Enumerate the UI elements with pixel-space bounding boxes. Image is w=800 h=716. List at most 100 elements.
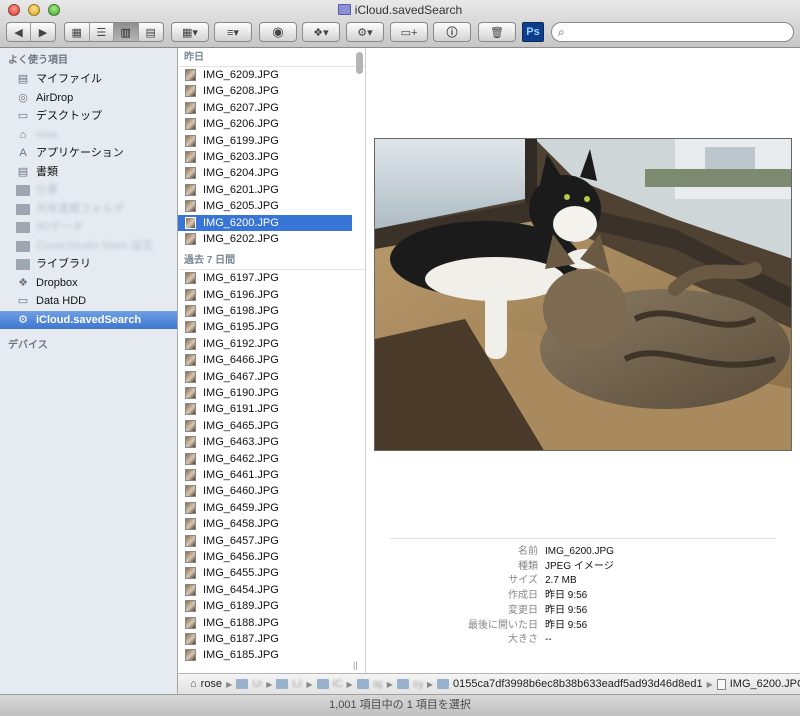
- file-row[interactable]: IMG_6189.JPG: [178, 598, 352, 614]
- sidebar-item-label: デスクトップ: [36, 110, 102, 122]
- file-row[interactable]: IMG_6467.JPG: [178, 369, 352, 385]
- file-row[interactable]: IMG_6458.JPG: [178, 516, 352, 532]
- sidebar-item[interactable]: ▭ デスクトップ: [0, 107, 177, 126]
- file-row[interactable]: IMG_6187.JPG: [178, 631, 352, 647]
- info-row: 名前 IMG_6200.JPG: [366, 544, 800, 559]
- file-row[interactable]: IMG_6199.JPG: [178, 133, 352, 149]
- file-row[interactable]: IMG_6196.JPG: [178, 287, 352, 303]
- file-list-column[interactable]: 昨日 IMG_6209.JPG IMG_6208.JPG IMG_6207.JPG IM…: [178, 48, 366, 673]
- folder-icon: [16, 185, 30, 196]
- file-row[interactable]: IMG_6188.JPG: [178, 615, 352, 631]
- file-name: IMG_6457.JPG: [203, 534, 279, 547]
- column-resize-handle[interactable]: ||: [353, 660, 358, 670]
- file-row[interactable]: IMG_6454.JPG: [178, 582, 352, 598]
- file-row[interactable]: IMG_6462.JPG: [178, 451, 352, 467]
- file-row[interactable]: IMG_6185.JPG: [178, 647, 352, 663]
- search-input[interactable]: [568, 26, 779, 38]
- file-row[interactable]: IMG_6207.JPG: [178, 100, 352, 116]
- file-row[interactable]: IMG_6204.JPG: [178, 165, 352, 181]
- path-crumb[interactable]: Library: [276, 678, 302, 690]
- file-row[interactable]: IMG_6191.JPG: [178, 401, 352, 417]
- path-crumb[interactable]: app: [356, 678, 383, 690]
- quick-look-button[interactable]: ◉: [259, 22, 297, 42]
- path-crumb[interactable]: 0155ca7df3998b6ec8b38b633eadf5ad93d46d8e…: [437, 678, 703, 690]
- image-thumbnail-icon: [185, 118, 196, 131]
- file-row[interactable]: IMG_6466.JPG: [178, 352, 352, 368]
- path-crumb[interactable]: Users: [236, 678, 262, 690]
- sidebar-item[interactable]: ❖ Dropbox: [0, 274, 177, 293]
- sidebar-item[interactable]: ▤ マイファイル: [0, 70, 177, 89]
- photoshop-button[interactable]: Ps: [522, 22, 544, 42]
- info-value: IMG_6200.JPG: [545, 546, 614, 557]
- airdrop-icon: ◎: [18, 91, 28, 104]
- back-button[interactable]: ◀: [7, 23, 32, 41]
- sidebar-item[interactable]: ▤ 書類: [0, 163, 177, 182]
- file-name: IMG_6198.JPG: [203, 305, 279, 318]
- file-row[interactable]: IMG_6195.JPG: [178, 319, 352, 335]
- file-name: IMG_6462.JPG: [203, 452, 279, 465]
- column-view-button[interactable]: ▥: [114, 23, 139, 41]
- file-row[interactable]: IMG_6455.JPG: [178, 565, 352, 581]
- file-row[interactable]: IMG_6206.JPG: [178, 116, 352, 132]
- sidebar-item[interactable]: 仕事: [0, 181, 177, 200]
- path-separator-icon: ▶: [226, 679, 233, 689]
- path-crumb[interactable]: ⌂ rose: [190, 678, 222, 690]
- image-thumbnail-icon: [185, 485, 196, 498]
- file-row[interactable]: IMG_6209.JPG: [178, 67, 352, 83]
- sidebar-item[interactable]: ▭ Data HDD: [0, 292, 177, 311]
- file-row[interactable]: IMG_6202.JPG: [178, 231, 352, 247]
- file-name: IMG_6200.JPG: [203, 216, 279, 229]
- forward-button[interactable]: ▶: [31, 23, 55, 41]
- file-row[interactable]: IMG_6459.JPG: [178, 500, 352, 516]
- get-info-button[interactable]: ⓘ: [433, 22, 471, 42]
- icon-view-button[interactable]: ▦: [65, 23, 90, 41]
- file-row[interactable]: IMG_6208.JPG: [178, 83, 352, 99]
- list-view-button[interactable]: ☰: [90, 23, 114, 41]
- new-folder-button[interactable]: ▭+: [390, 22, 428, 42]
- dropbox-menu-button[interactable]: ❖▾: [302, 22, 340, 42]
- file-row[interactable]: IMG_6192.JPG: [178, 336, 352, 352]
- search-field[interactable]: ⌕: [551, 22, 794, 42]
- file-row[interactable]: IMG_6460.JPG: [178, 483, 352, 499]
- file-row[interactable]: IMG_6456.JPG: [178, 549, 352, 565]
- sidebar-item-label: Data HDD: [36, 295, 87, 307]
- column-scrollbar[interactable]: [356, 52, 363, 74]
- status-text: 1,001 項目中の 1 項目を選択: [329, 699, 471, 711]
- file-name: IMG_6456.JPG: [203, 550, 279, 563]
- info-value: 昨日 9:56: [545, 604, 588, 616]
- trash-button[interactable]: 🗑︎: [478, 22, 516, 42]
- path-crumb[interactable]: IMG_6200.JPG: [716, 678, 800, 690]
- file-row[interactable]: IMG_6190.JPG: [178, 385, 352, 401]
- path-crumb[interactable]: iCloud: [316, 678, 343, 690]
- file-row[interactable]: IMG_6463.JPG: [178, 434, 352, 450]
- image-thumbnail-icon: [185, 200, 196, 213]
- sidebar-item[interactable]: ◎ AirDrop: [0, 89, 177, 108]
- file-row[interactable]: IMG_6461.JPG: [178, 467, 352, 483]
- window-title-text: iCloud.savedSearch: [354, 3, 463, 17]
- sidebar-item[interactable]: ComicStudio Startr 設定: [0, 237, 177, 256]
- sidebar-item[interactable]: ⌂ rose: [0, 126, 177, 145]
- image-thumbnail-icon: [185, 534, 196, 547]
- file-row[interactable]: IMG_6201.JPG: [178, 182, 352, 198]
- arrange-button[interactable]: ▦▾: [171, 22, 209, 42]
- sidebar-item[interactable]: 共有書類フォルダ: [0, 200, 177, 219]
- sidebar-item[interactable]: ライブラリ: [0, 255, 177, 274]
- path-crumb[interactable]: sync: [396, 678, 423, 690]
- sort-button[interactable]: ≡▾: [214, 22, 252, 42]
- image-thumbnail-icon: [185, 321, 196, 334]
- file-row[interactable]: IMG_6197.JPG: [178, 270, 352, 286]
- photoshop-label: Ps: [526, 26, 540, 38]
- image-thumbnail-icon: [185, 288, 196, 301]
- action-menu-button[interactable]: ⚙▾: [346, 22, 384, 42]
- file-row[interactable]: IMG_6200.JPG: [178, 214, 352, 231]
- file-row[interactable]: IMG_6457.JPG: [178, 533, 352, 549]
- file-row[interactable]: IMG_6465.JPG: [178, 418, 352, 434]
- file-row[interactable]: IMG_6205.JPG: [178, 198, 352, 214]
- cover-flow-view-button[interactable]: ▤: [139, 23, 163, 41]
- file-row[interactable]: IMG_6203.JPG: [178, 149, 352, 165]
- sidebar-item[interactable]: ⚙ iCloud.savedSearch: [0, 310, 177, 329]
- path-bar: ⌂rose▶Users▶Library▶iCloud▶app▶sync▶0155…: [178, 673, 800, 694]
- sidebar-item[interactable]: A アプリケーション: [0, 144, 177, 163]
- sidebar-item[interactable]: 3Dデータ: [0, 218, 177, 237]
- file-row[interactable]: IMG_6198.JPG: [178, 303, 352, 319]
